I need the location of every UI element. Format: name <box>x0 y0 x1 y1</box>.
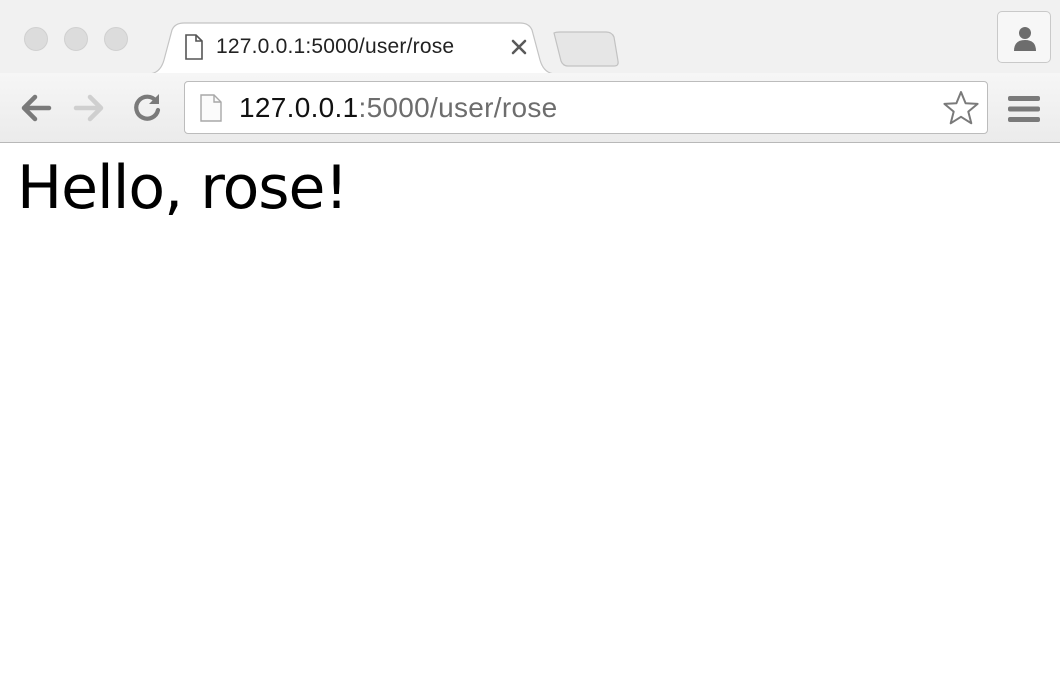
browser-window: 127.0.0.1:5000/user/rose 127.0.0.1:5000/… <box>0 0 1060 680</box>
page-content: Hello, rose! <box>0 143 1060 680</box>
page-heading: Hello, rose! <box>17 153 349 223</box>
profile-button[interactable] <box>997 11 1051 63</box>
bookmark-star-icon[interactable] <box>942 89 980 127</box>
window-zoom-button[interactable] <box>104 27 128 51</box>
reload-icon[interactable] <box>129 90 165 126</box>
url-text[interactable]: 127.0.0.1:5000/user/rose <box>239 92 558 124</box>
page-icon <box>200 94 222 122</box>
tab-title: 127.0.0.1:5000/user/rose <box>216 35 455 58</box>
window-close-button[interactable] <box>24 27 48 51</box>
window-minimize-button[interactable] <box>64 27 88 51</box>
new-tab-button[interactable] <box>552 31 622 67</box>
forward-arrow-icon[interactable] <box>72 90 108 126</box>
page-icon <box>185 34 203 60</box>
address-bar[interactable]: 127.0.0.1:5000/user/rose <box>184 81 988 134</box>
profile-icon <box>1014 27 1036 51</box>
url-host: 127.0.0.1 <box>239 92 359 123</box>
url-path: :5000/user/rose <box>358 92 558 123</box>
close-icon[interactable] <box>508 36 530 58</box>
back-arrow-icon[interactable] <box>17 90 53 126</box>
tab-strip: 127.0.0.1:5000/user/rose <box>0 0 1060 74</box>
browser-toolbar: 127.0.0.1:5000/user/rose <box>0 73 1060 143</box>
hamburger-menu-icon[interactable] <box>1006 94 1042 124</box>
active-tab[interactable]: 127.0.0.1:5000/user/rose <box>146 22 560 74</box>
